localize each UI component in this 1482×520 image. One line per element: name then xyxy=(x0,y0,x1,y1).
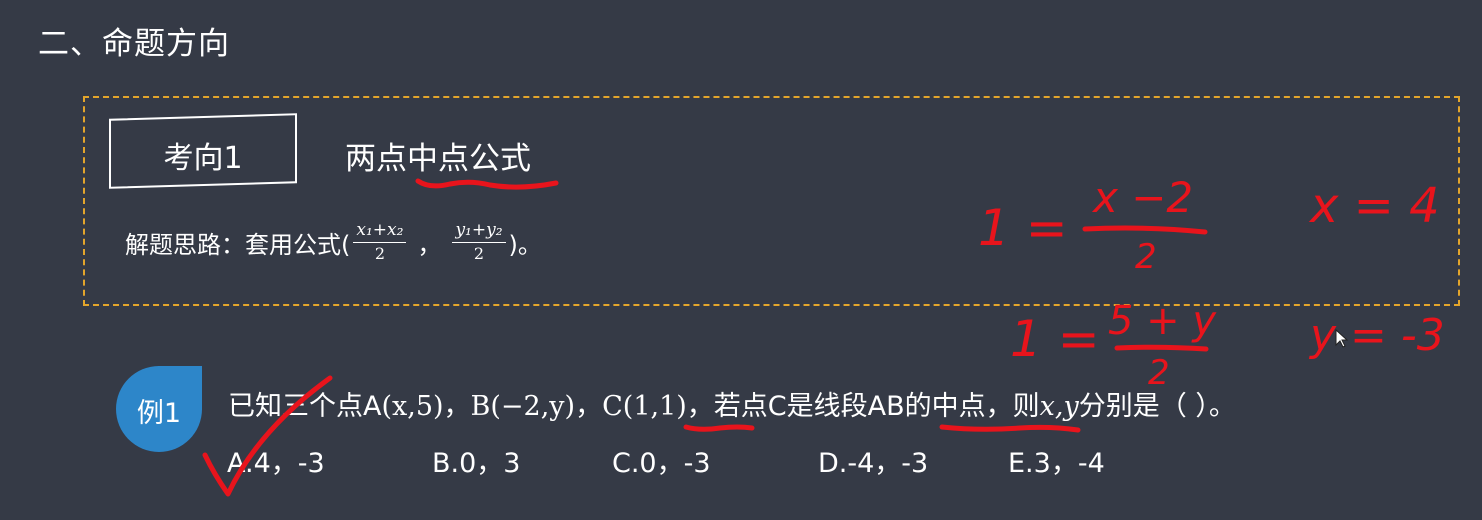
eq2-fraction-bar xyxy=(1114,344,1209,352)
check-mark-icon xyxy=(202,375,333,497)
eq1-result: x = 4 xyxy=(1308,178,1440,234)
underline-topic xyxy=(415,178,559,190)
eq1-denominator: 2 xyxy=(1135,237,1157,277)
underline-point-c xyxy=(683,424,755,432)
eq2-denominator: 2 xyxy=(1148,353,1170,393)
eq1-lhs: 1 = xyxy=(978,199,1068,257)
handwriting-layer: 1 = x −2 2 x = 4 1 = 5 + y 2 y = -3 xyxy=(202,173,1445,497)
underline-midpoint xyxy=(939,424,1081,433)
eq1-numerator: x −2 xyxy=(1091,173,1193,222)
eq2-result: y = -3 xyxy=(1308,310,1445,361)
eq1-fraction-bar xyxy=(1082,225,1208,235)
mouse-cursor-icon xyxy=(1335,329,1349,348)
eq2-numerator: 5 + y xyxy=(1108,298,1217,344)
eq2-lhs: 1 = xyxy=(1010,310,1100,368)
